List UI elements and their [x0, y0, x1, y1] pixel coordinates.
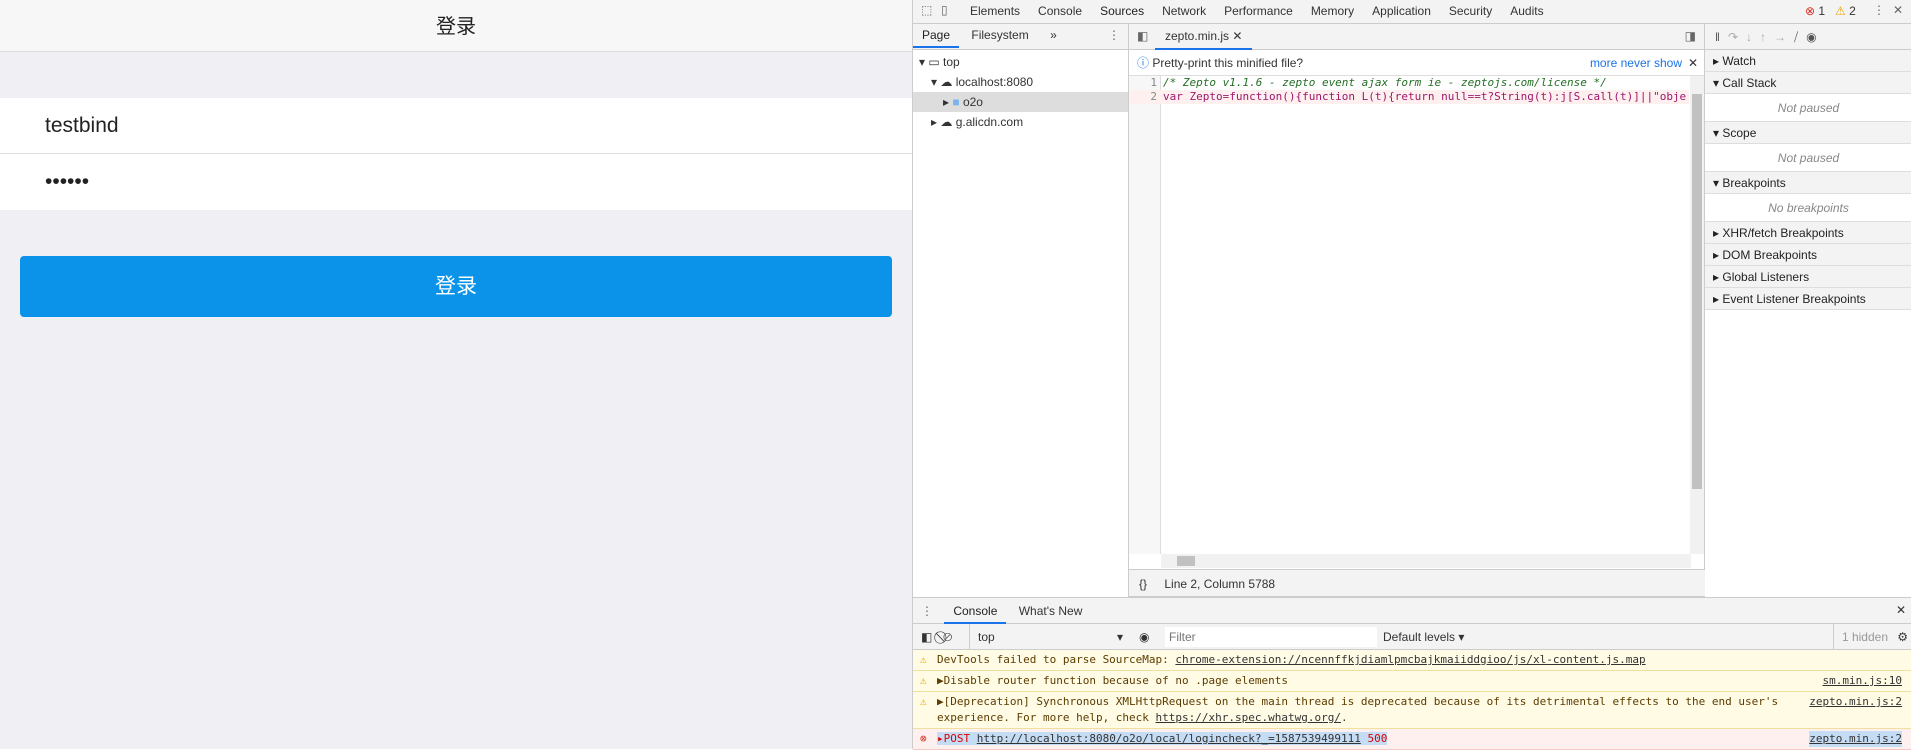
debugger-controls: ‖↷↓↑→⧸◉ [1705, 24, 1911, 50]
deactivate-breakpoints-icon[interactable]: ⧸ [1794, 30, 1806, 44]
devtools: ⬚ ▯ Elements Console Sources Network Perform… [912, 0, 1911, 750]
step-over-icon[interactable]: ↷ [1728, 30, 1746, 44]
code-line: 1/* Zepto v1.1.6 - zepto event ajax form… [1150, 76, 1607, 89]
error-count-icon[interactable]: ⊗ 1 [1805, 4, 1825, 18]
tree-item-o2o[interactable]: ▸ ■ o2o [913, 92, 1128, 112]
device-toolbar-icon[interactable]: ▯ [941, 3, 948, 17]
section-watch[interactable]: ▸ Watch [1705, 50, 1911, 72]
section-dom-breakpoints[interactable]: ▸ DOM Breakpoints [1705, 244, 1911, 266]
section-global-listeners[interactable]: ▸ Global Listeners [1705, 266, 1911, 288]
close-infobar-icon[interactable]: ✕ [1688, 50, 1698, 76]
section-note: Not paused [1705, 144, 1911, 172]
tab-console[interactable]: Console [1029, 0, 1091, 24]
warning-icon: ⚠ [920, 695, 927, 708]
console-message[interactable]: ⊗ ▸POST http://localhost:8080/o2o/local/l… [913, 729, 1911, 750]
tab-security[interactable]: Security [1440, 0, 1501, 24]
tab-application[interactable]: Application [1363, 0, 1440, 24]
inspect-icon[interactable]: ⬚ [921, 3, 932, 17]
console-message[interactable]: ⚠ ▶[Deprecation] Synchronous XMLHttpReque… [913, 692, 1911, 729]
tab-audits[interactable]: Audits [1501, 0, 1552, 24]
message-source-link[interactable]: zepto.min.js:2 [1809, 731, 1902, 747]
message-link[interactable]: http://localhost:8080/o2o/local/loginche… [977, 732, 1361, 745]
message-link[interactable]: chrome-extension://ncennffkjdiamlpmcbajk… [1175, 653, 1645, 666]
section-event-listener-breakpoints[interactable]: ▸ Event Listener Breakpoints [1705, 288, 1911, 310]
toggle-navigator-icon[interactable]: ◧ [1137, 29, 1148, 43]
password-input[interactable]: •••••• [0, 154, 912, 210]
filter-input[interactable] [1165, 627, 1377, 647]
section-call-stack[interactable]: ▾ Call Stack [1705, 72, 1911, 94]
pause-icon[interactable]: ‖ [1715, 30, 1728, 44]
debugger-sidebar: ‖↷↓↑→⧸◉ ▸ Watch ▾ Call Stack Not paused ▾ S… [1705, 24, 1911, 597]
mobile-page: 登录 testbind •••••• 登录 [0, 0, 912, 749]
format-icon[interactable]: {} [1139, 577, 1147, 591]
devtools-toolbar: ⬚ ▯ Elements Console Sources Network Perform… [913, 0, 1911, 26]
page-title: 登录 [0, 0, 912, 52]
file-tab[interactable]: zepto.min.js ✕ [1155, 24, 1253, 50]
horizontal-scrollbar[interactable] [1161, 554, 1691, 568]
tree-item-localhost[interactable]: ▾ ☁ localhost:8080 [913, 72, 1128, 92]
tab-filesystem[interactable]: Filesystem [962, 24, 1037, 46]
tab-memory[interactable]: Memory [1302, 0, 1363, 24]
console-message[interactable]: ⚠ ▶Disable router function because of no … [913, 671, 1911, 692]
never-show-link[interactable]: never show [1621, 56, 1682, 70]
tab-performance[interactable]: Performance [1215, 0, 1302, 24]
section-note: Not paused [1705, 94, 1911, 122]
code-line: 2 var Zepto=function(){function L(t){retu… [1129, 90, 1689, 104]
clear-console-icon[interactable]: ⃠⊘ [943, 624, 952, 650]
more-tabs-icon[interactable]: » [1041, 24, 1066, 46]
tab-elements[interactable]: Elements [961, 0, 1029, 24]
info-icon: ⓘ [1137, 56, 1150, 70]
close-tab-icon[interactable]: ✕ [1232, 29, 1242, 43]
status-bar: {} Line 2, Column 5788 [1129, 569, 1705, 597]
code-area[interactable]: 1/* Zepto v1.1.6 - zepto event ajax form… [1129, 76, 1704, 569]
log-levels-dropdown[interactable]: Default levels ▾ [1383, 624, 1464, 650]
pretty-print-infobar: ⓘ Pretty-print this minified file? more … [1129, 50, 1704, 76]
editor-panel: ◧ zepto.min.js ✕ ◨ ⓘ Pretty-print this m… [1129, 24, 1705, 597]
login-button[interactable]: 登录 [20, 256, 892, 317]
section-note: No breakpoints [1705, 194, 1911, 222]
live-expression-icon[interactable]: ◉ [1139, 624, 1149, 650]
step-out-icon[interactable]: ↑ [1760, 30, 1774, 44]
close-devtools-icon[interactable]: ✕ [1893, 3, 1903, 17]
section-scope[interactable]: ▾ Scope [1705, 122, 1911, 144]
drawer-menu-icon[interactable]: ⋮ [913, 598, 941, 624]
step-icon[interactable]: → [1774, 30, 1794, 44]
more-menu-icon[interactable]: ⋮ [1873, 3, 1885, 17]
warning-count-icon[interactable]: ⚠ 2 [1835, 4, 1856, 18]
navigator-panel: Page Filesystem » ⋮ ▾ ▭ top ▾ ☁ localhos… [913, 24, 1129, 597]
message-source-link[interactable]: sm.min.js:10 [1823, 673, 1902, 689]
tab-network[interactable]: Network [1153, 0, 1215, 24]
step-into-icon[interactable]: ↓ [1746, 30, 1760, 44]
warning-icon: ⚠ [920, 674, 927, 687]
pause-on-exceptions-icon[interactable]: ◉ [1806, 30, 1824, 44]
error-icon: ⊗ [920, 732, 927, 745]
section-xhr-fetch-breakpoints[interactable]: ▸ XHR/fetch Breakpoints [1705, 222, 1911, 244]
tab-whats-new[interactable]: What's New [1010, 600, 1092, 622]
tab-console[interactable]: Console [944, 600, 1007, 624]
console-settings-icon[interactable]: ⚙ [1897, 624, 1908, 650]
console-toolbar: ◧ ⃠⊘ top▾ ◉ Default levels ▾ 1 hidden ⚙ [913, 624, 1911, 650]
console-drawer: ⋮ Console What's New ✕ ◧ ⃠⊘ top▾ ◉ Defau… [913, 597, 1911, 750]
tab-page[interactable]: Page [913, 24, 960, 48]
context-select[interactable]: top ▾ [969, 624, 1129, 650]
tree-item-alicdn[interactable]: ▸ ☁ g.alicdn.com [913, 112, 1128, 132]
username-input[interactable]: testbind [0, 98, 912, 154]
tree-item-top[interactable]: ▾ ▭ top [913, 52, 1128, 72]
message-source-link[interactable]: zepto.min.js:2 [1809, 694, 1902, 710]
section-breakpoints[interactable]: ▾ Breakpoints [1705, 172, 1911, 194]
more-link[interactable]: more [1590, 56, 1617, 70]
tab-sources[interactable]: Sources [1091, 0, 1154, 26]
sidebar-toggle-icon[interactable]: ◧ [921, 624, 932, 650]
nav-menu-icon[interactable]: ⋮ [1108, 28, 1120, 42]
vertical-scrollbar[interactable] [1690, 76, 1704, 554]
toggle-debugger-icon[interactable]: ◨ [1685, 29, 1696, 43]
warning-icon: ⚠ [920, 653, 927, 666]
folder-icon: ■ [952, 95, 960, 109]
close-drawer-icon[interactable]: ✕ [1896, 603, 1906, 617]
console-message: ⚠ DevTools failed to parse SourceMap: chr… [913, 650, 1911, 671]
hidden-count: 1 hidden [1832, 624, 1888, 650]
message-link[interactable]: https://xhr.spec.whatwg.org/ [1156, 711, 1341, 724]
